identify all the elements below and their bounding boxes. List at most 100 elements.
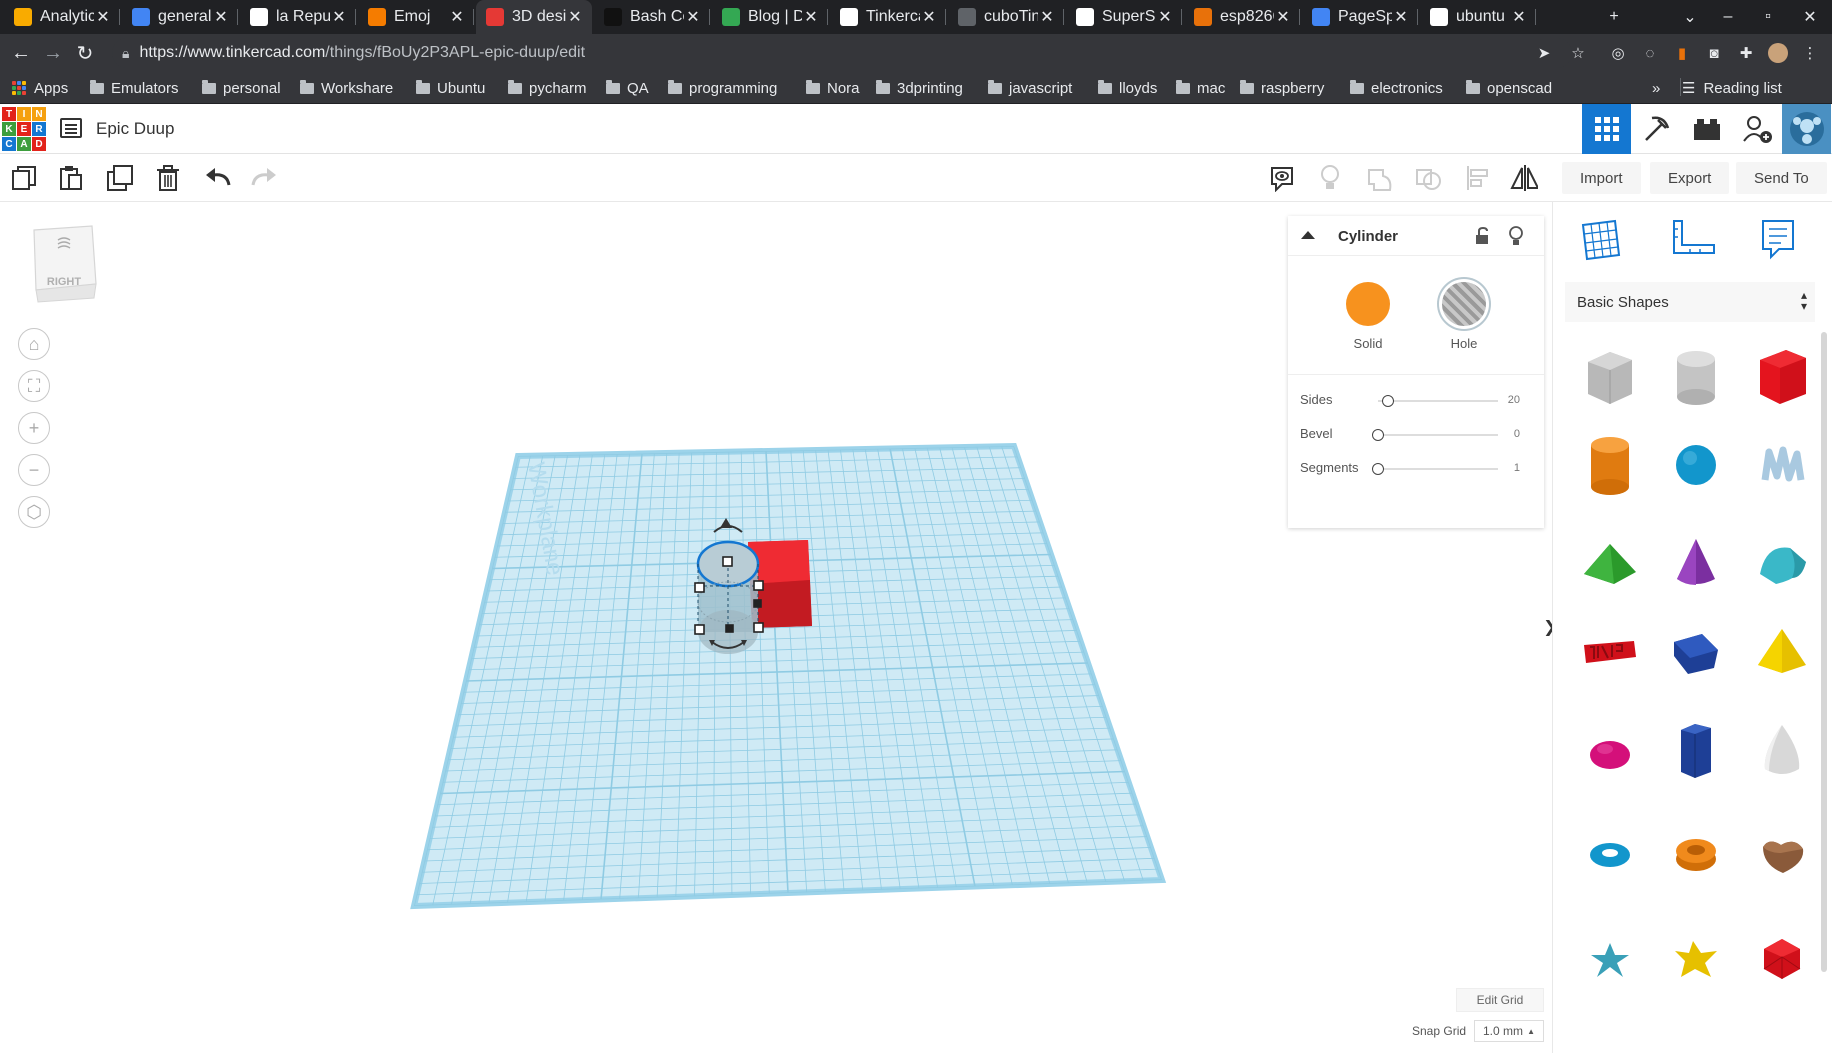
tube-shape[interactable] (1661, 820, 1731, 890)
param-slider-knob[interactable] (1372, 429, 1384, 441)
extension-icon[interactable]: ◎ (1608, 43, 1628, 63)
bookmark-folder[interactable]: Emulators (90, 78, 179, 98)
send-to-button[interactable]: Send To (1736, 162, 1827, 194)
pickaxe-view-button[interactable] (1632, 104, 1681, 154)
bookmarks-overflow-icon[interactable]: » (1652, 78, 1660, 98)
hole-swatch[interactable] (1442, 282, 1486, 326)
browser-tab[interactable]: generale✕ (122, 0, 238, 34)
extension-icon[interactable]: ◌ (1640, 43, 1660, 63)
tab-close-icon[interactable]: ✕ (330, 7, 348, 27)
tab-close-icon[interactable]: ✕ (448, 7, 466, 27)
bookmark-folder[interactable]: lloyds (1098, 78, 1157, 98)
text-shape[interactable] (1575, 616, 1645, 686)
bookmark-folder[interactable]: 3dprinting (876, 78, 963, 98)
bookmark-folder[interactable]: QA (606, 78, 649, 98)
browser-tab[interactable]: 3D desig✕ (476, 0, 592, 34)
browser-tab[interactable]: ubuntu ✕ (1420, 0, 1536, 34)
browser-tab[interactable]: Bash Co✕ (594, 0, 710, 34)
reading-list-button[interactable]: ☰ Reading list (1682, 78, 1782, 98)
group-button[interactable] (1366, 164, 1394, 192)
tab-close-icon[interactable]: ✕ (94, 7, 112, 27)
box-hole-shape[interactable] (1575, 342, 1645, 412)
extension-icon[interactable]: ▮ (1672, 43, 1692, 63)
shape-category-select[interactable]: Basic Shapes ▴ ▾ (1565, 282, 1815, 322)
ruler-panel-tab[interactable] (1665, 214, 1721, 264)
cone-shape[interactable] (1661, 528, 1731, 598)
polygon-shape[interactable] (1661, 716, 1731, 786)
export-button[interactable]: Export (1650, 162, 1730, 194)
bricks-view-button[interactable] (1682, 104, 1731, 154)
param-slider-track[interactable] (1378, 468, 1498, 470)
round-roof-shape[interactable] (1747, 528, 1817, 598)
lock-icon[interactable] (1474, 227, 1490, 245)
puzzle-icon[interactable]: ✚ (1736, 43, 1756, 63)
forward-icon[interactable]: → (40, 40, 66, 66)
bookmark-folder[interactable]: Workshare (300, 78, 393, 98)
profile-avatar[interactable] (1768, 43, 1788, 63)
back-icon[interactable]: ← (8, 40, 34, 66)
param-value[interactable]: 0 (1514, 428, 1520, 440)
browser-tab[interactable]: Analytic ✕ (4, 0, 120, 34)
library-scrollbar[interactable] (1821, 332, 1827, 972)
bookmark-folder[interactable]: personal (202, 78, 281, 98)
bookmark-folder[interactable]: electronics (1350, 78, 1443, 98)
bookmark-folder[interactable]: programming (668, 78, 777, 98)
tab-close-icon[interactable]: ✕ (1510, 7, 1528, 27)
send-tab-icon[interactable]: ➤ (1534, 43, 1554, 63)
pyramid-shape[interactable] (1747, 616, 1817, 686)
workplane-canvas[interactable]: Workplane (0, 202, 1300, 1053)
tab-close-icon[interactable]: ✕ (802, 7, 820, 27)
design-title[interactable]: Epic Duup (96, 119, 174, 139)
mirror-button[interactable] (1510, 164, 1538, 192)
3d-view-button[interactable] (1582, 104, 1631, 154)
delete-button[interactable] (154, 164, 182, 192)
tab-close-icon[interactable]: ✕ (212, 7, 230, 27)
close-window-icon[interactable]: ✕ (1790, 0, 1830, 34)
paraboloid-shape[interactable] (1747, 716, 1817, 786)
snap-grid-select[interactable]: 1.0 mm ▲ (1474, 1020, 1544, 1042)
browser-tab[interactable]: Blog | D ✕ (712, 0, 828, 34)
apps-shortcut[interactable]: Apps (12, 78, 68, 98)
bookmark-folder[interactable]: pycharm (508, 78, 587, 98)
align-button[interactable] (1464, 164, 1492, 192)
tab-close-icon[interactable]: ✕ (1274, 7, 1292, 27)
lightbulb-icon[interactable] (1508, 226, 1524, 246)
new-tab-button[interactable]: + (1594, 0, 1634, 34)
tab-close-icon[interactable]: ✕ (1392, 7, 1410, 27)
bookmark-folder[interactable]: javascript (988, 78, 1072, 98)
tab-close-icon[interactable]: ✕ (566, 7, 584, 27)
star-gold-shape[interactable] (1661, 924, 1731, 994)
browser-tab[interactable]: Tinkerca✕ (830, 0, 946, 34)
browser-tab[interactable]: esp8266✕ (1184, 0, 1300, 34)
torus-shape[interactable] (1575, 820, 1645, 890)
heart-shape[interactable] (1747, 820, 1817, 890)
restore-icon[interactable]: ▫ (1748, 0, 1788, 34)
cylinder-hole-shape-item[interactable] (1661, 342, 1731, 412)
browser-tab[interactable]: cuboTin ✕ (948, 0, 1064, 34)
browser-tab[interactable]: PageSpe✕ (1302, 0, 1418, 34)
tab-search-icon[interactable]: ⌄ (1670, 0, 1710, 34)
bookmark-folder[interactable]: Nora (806, 78, 860, 98)
workplane[interactable] (410, 442, 1167, 910)
param-slider-knob[interactable] (1381, 395, 1394, 407)
solid-color-swatch[interactable] (1346, 282, 1390, 326)
duplicate-button[interactable] (106, 164, 134, 192)
bookmark-folder[interactable]: mac (1176, 78, 1225, 98)
half-sphere-shape[interactable] (1575, 716, 1645, 786)
roof-shape[interactable] (1575, 528, 1645, 598)
minimize-icon[interactable]: – (1708, 0, 1748, 34)
cylinder-shape[interactable] (1575, 430, 1645, 500)
bookmark-folder[interactable]: Ubuntu (416, 78, 485, 98)
browser-tab[interactable]: Emoj ✕ (358, 0, 474, 34)
browser-tab[interactable]: SuperSl ✕ (1066, 0, 1182, 34)
design-list-icon[interactable] (60, 118, 82, 138)
invite-user-button[interactable] (1732, 104, 1781, 154)
user-avatar[interactable] (1782, 104, 1831, 154)
paste-button[interactable] (56, 164, 84, 192)
browser-tab[interactable]: la Repub✕ (240, 0, 356, 34)
tinkercad-logo[interactable]: TIN KER CAD (2, 107, 46, 151)
ungroup-button[interactable] (1414, 164, 1442, 192)
reload-icon[interactable]: ↻ (72, 40, 98, 66)
icosahedron-shape[interactable] (1747, 924, 1817, 994)
tab-close-icon[interactable]: ✕ (684, 7, 702, 27)
